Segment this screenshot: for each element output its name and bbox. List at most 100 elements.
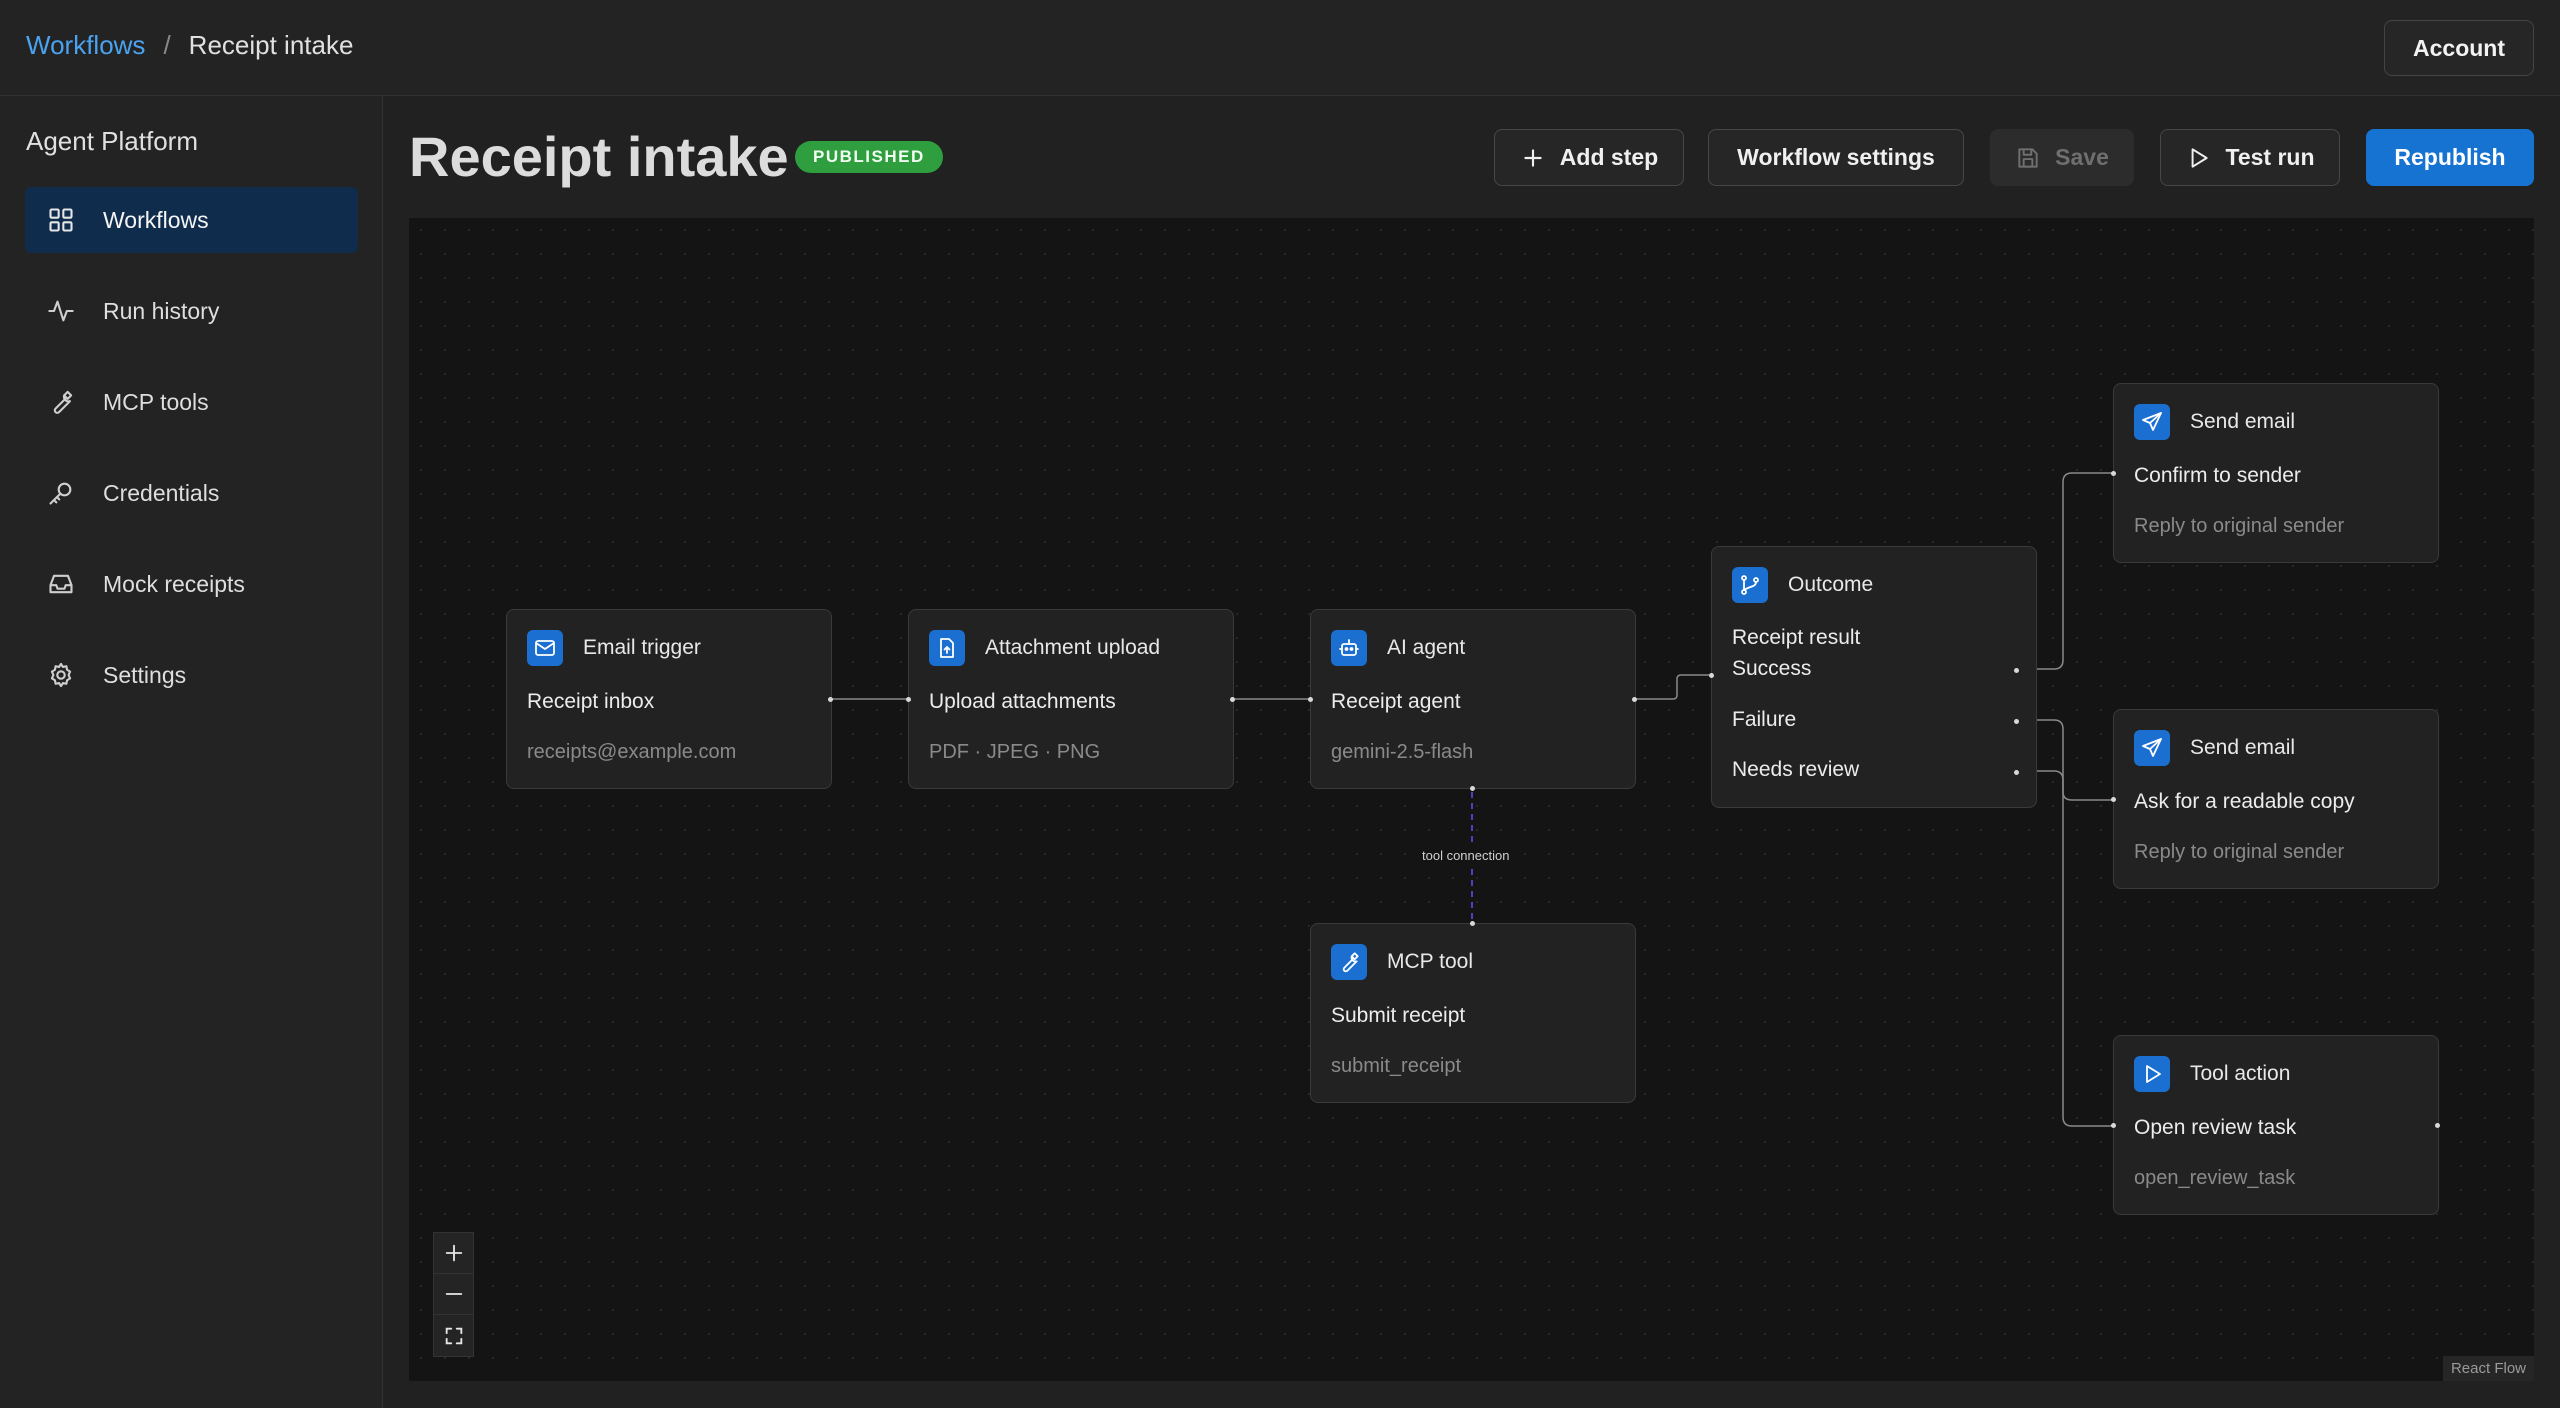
- output-handle[interactable]: [1632, 697, 1637, 702]
- branch-success-label: Success: [1732, 657, 1812, 680]
- sidebar-item-label: Workflows: [103, 206, 209, 233]
- sidebar-item-mock-receipts[interactable]: Mock receipts: [25, 551, 358, 617]
- node-title: AI agent: [1387, 636, 1466, 659]
- sidebar-item-label: Run history: [103, 297, 220, 324]
- node-subtitle: submit_receipt: [1331, 1055, 1462, 1077]
- wrench-icon: [1331, 944, 1367, 980]
- plus-icon: [445, 1244, 462, 1262]
- edge-review-tool[interactable]: [2017, 770, 2113, 1127]
- test-run-button[interactable]: Test run: [2160, 129, 2340, 186]
- node-ai-agent[interactable]: AI agent Receipt agent gemini-2.5-flash: [1308, 609, 1637, 791]
- failure-handle[interactable]: [2014, 719, 2019, 724]
- branch-needs-review-label: Needs review: [1732, 758, 1860, 781]
- branch-icon: [1732, 567, 1768, 603]
- input-handle[interactable]: [1308, 697, 1313, 702]
- node-label: Confirm to sender: [2134, 464, 2301, 487]
- node-title: MCP tool: [1387, 950, 1473, 973]
- node-header: Email trigger: [527, 630, 701, 666]
- node-mcp-tool[interactable]: MCP tool Submit receipt submit_receipt: [1310, 921, 1636, 1103]
- output-handle[interactable]: [828, 697, 833, 702]
- zoom-controls: [433, 1232, 474, 1357]
- sidebar-item-label: Mock receipts: [103, 570, 245, 597]
- zoom-out-button[interactable]: [434, 1274, 473, 1315]
- node-label: Ask for a readable copy: [2134, 790, 2355, 813]
- node-title: Email trigger: [583, 636, 701, 659]
- tool-connection-label: tool connection: [1419, 847, 1513, 864]
- input-handle[interactable]: [2111, 1123, 2116, 1128]
- add-step-button[interactable]: Add step: [1494, 129, 1684, 186]
- node-tool-action[interactable]: Tool action Open review task open_review…: [2111, 1035, 2440, 1215]
- node-header: AI agent: [1331, 630, 1465, 666]
- send-icon: [2134, 404, 2170, 440]
- minus-icon: [445, 1293, 462, 1295]
- input-handle[interactable]: [2111, 797, 2116, 802]
- react-flow-attribution[interactable]: React Flow: [2442, 1356, 2534, 1381]
- top-bar: Workflows / Receipt intake Account: [0, 0, 2560, 96]
- node-email-trigger[interactable]: Email trigger Receipt inbox receipts@exa…: [506, 609, 833, 789]
- fit-view-button[interactable]: [434, 1315, 473, 1356]
- activity-icon: [45, 295, 77, 327]
- node-label: Receipt inbox: [527, 690, 655, 713]
- workflow-settings-button[interactable]: Workflow settings: [1708, 129, 1964, 186]
- sidebar: Agent Platform Workflows Run history MCP…: [0, 96, 383, 1408]
- sidebar-item-mcp-tools[interactable]: MCP tools: [25, 369, 358, 435]
- node-header: Outcome: [1732, 567, 1873, 603]
- republish-label: Republish: [2394, 144, 2506, 170]
- output-handle[interactable]: [1230, 697, 1235, 702]
- input-handle[interactable]: [906, 697, 911, 702]
- key-icon: [45, 477, 77, 509]
- bot-icon: [1331, 630, 1367, 666]
- play-icon: [2134, 1056, 2170, 1092]
- save-button[interactable]: Save: [1990, 129, 2134, 186]
- grid-icon: [45, 204, 77, 236]
- needs-review-handle[interactable]: [2014, 770, 2019, 775]
- add-step-label: Add step: [1559, 144, 1659, 170]
- node-subtitle: PDF · JPEG · PNG: [929, 741, 1101, 763]
- input-handle[interactable]: [2111, 471, 2116, 476]
- inbox-icon: [45, 568, 77, 600]
- tool-input-handle[interactable]: [1470, 921, 1475, 926]
- node-subtitle: Reply to original sender: [2134, 841, 2345, 863]
- breadcrumb-current: Receipt intake: [188, 30, 354, 60]
- file-upload-icon: [929, 630, 965, 666]
- node-header: Send email: [2134, 404, 2295, 440]
- node-label: Open review task: [2134, 1116, 2297, 1139]
- republish-button[interactable]: Republish: [2366, 129, 2534, 186]
- tool-handle[interactable]: [1470, 786, 1475, 791]
- sidebar-item-label: Settings: [103, 661, 187, 688]
- sidebar-item-label: Credentials: [103, 479, 220, 506]
- node-label: Upload attachments: [929, 690, 1116, 713]
- node-outcome[interactable]: Outcome Receipt result Success Failure N…: [1709, 546, 2037, 808]
- node-attachment-upload[interactable]: Attachment upload Upload attachments PDF…: [906, 609, 1235, 789]
- input-handle[interactable]: [1709, 673, 1714, 678]
- success-handle[interactable]: [2014, 668, 2019, 673]
- node-subtitle: open_review_task: [2134, 1167, 2296, 1189]
- node-send-email-confirm[interactable]: Send email Confirm to sender Reply to or…: [2111, 383, 2439, 563]
- gear-icon: [45, 659, 77, 691]
- sidebar-item-label: MCP tools: [103, 388, 209, 415]
- node-header: Send email: [2134, 730, 2295, 766]
- workflow-canvas[interactable]: tool connection Email trigger Receipt in…: [409, 218, 2534, 1381]
- edge-agent-outcome[interactable]: [1635, 674, 1709, 700]
- breadcrumb-separator: /: [163, 30, 171, 60]
- sidebar-item-workflows[interactable]: Workflows: [25, 187, 358, 253]
- node-title: Send email: [2190, 736, 2296, 759]
- output-handle[interactable]: [2435, 1123, 2440, 1128]
- plus-icon: [1524, 148, 1542, 167]
- sidebar-item-credentials[interactable]: Credentials: [25, 460, 358, 526]
- mail-icon: [527, 630, 563, 666]
- zoom-in-button[interactable]: [434, 1233, 473, 1274]
- send-icon: [2134, 730, 2170, 766]
- node-header: Attachment upload: [929, 630, 1160, 666]
- test-run-label: Test run: [2225, 144, 2315, 170]
- wrench-icon: [45, 386, 77, 418]
- node-header: MCP tool: [1331, 944, 1473, 980]
- node-title: Outcome: [1788, 573, 1874, 596]
- node-subtitle: receipts@example.com: [527, 741, 737, 763]
- breadcrumb-link-workflows[interactable]: Workflows: [26, 30, 145, 61]
- account-button[interactable]: Account: [2384, 20, 2534, 76]
- sidebar-item-settings[interactable]: Settings: [25, 642, 358, 708]
- sidebar-item-run-history[interactable]: Run history: [25, 278, 358, 344]
- node-subtitle: gemini-2.5-flash: [1331, 741, 1474, 763]
- node-send-email-readable-copy[interactable]: Send email Ask for a readable copy Reply…: [2111, 709, 2439, 889]
